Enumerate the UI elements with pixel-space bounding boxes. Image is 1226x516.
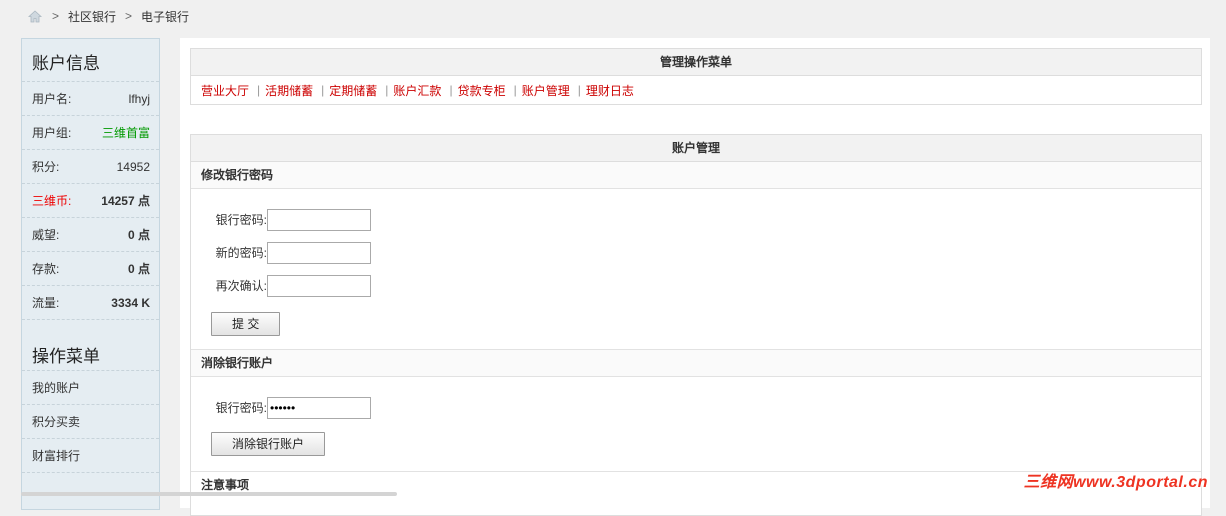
link-remittance[interactable]: 账户汇款 — [393, 82, 441, 99]
coins-value: 14257 点 — [101, 194, 150, 208]
account-management-panel: 账户管理 修改银行密码 银行密码: 新的密码: 再次确认: 提 交 消除银行账户… — [190, 134, 1202, 516]
sidebar-item-wealth-rank[interactable]: 财富排行 — [22, 439, 159, 473]
sidebar-row-traffic: 流量: 3334 K — [22, 286, 159, 320]
new-password-row: 新的密码: — [211, 236, 1201, 269]
link-account-management[interactable]: 账户管理 — [522, 82, 570, 99]
sidebar-row-coins: 三维币: 14257 点 — [22, 184, 159, 218]
delete-account-button[interactable]: 消除银行账户 — [211, 432, 326, 456]
points-label: 积分: — [32, 160, 60, 174]
main-content: 管理操作菜单 营业大厅 | 活期储蓄 | 定期储蓄 | 账户汇款 | 贷款专柜 … — [180, 38, 1210, 516]
sidebar-item-my-account[interactable]: 我的账户 — [22, 371, 159, 405]
delete-bank-password-row: 银行密码: — [211, 391, 1201, 424]
traffic-label: 流量: — [32, 296, 60, 310]
delete-bank-password-input[interactable] — [267, 396, 371, 419]
change-password-title: 修改银行密码 — [191, 162, 1201, 189]
link-business-hall[interactable]: 营业大厅 — [201, 82, 249, 99]
account-management-header: 账户管理 — [191, 135, 1201, 162]
breadcrumb-separator: > — [125, 9, 133, 23]
sidebar-row-deposit: 存款: 0 点 — [22, 252, 159, 286]
link-loans[interactable]: 贷款专柜 — [458, 82, 506, 99]
link-divider: | — [577, 83, 581, 97]
link-divider: | — [449, 83, 453, 97]
link-divider: | — [257, 83, 261, 97]
link-divider: | — [513, 83, 517, 97]
sidebar-row-username: 用户名: lfhyj — [22, 82, 159, 116]
delete-account-title: 消除银行账户 — [191, 350, 1201, 377]
breadcrumb-e-bank[interactable]: 电子银行 — [141, 8, 189, 25]
link-divider: | — [385, 83, 389, 97]
username-label: 用户名: — [32, 92, 72, 106]
ops-menu-header: 管理操作菜单 — [191, 49, 1201, 76]
bank-password-label: 银行密码: — [215, 213, 267, 227]
link-current-savings[interactable]: 活期储蓄 — [265, 82, 313, 99]
new-password-input[interactable] — [267, 241, 371, 264]
ops-menu-links: 营业大厅 | 活期储蓄 | 定期储蓄 | 账户汇款 | 贷款专柜 | 账户管理 … — [191, 76, 1201, 104]
delete-bank-password-label: 银行密码: — [215, 401, 267, 415]
bank-password-input[interactable] — [267, 208, 371, 231]
breadcrumb-community-bank[interactable]: 社区银行 — [68, 8, 116, 25]
points-value: 14952 — [116, 159, 150, 174]
sidebar: 账户信息 用户名: lfhyj 用户组: 三维首富 积分: 14952 三维币:… — [21, 38, 160, 510]
confirm-password-input[interactable] — [267, 274, 371, 297]
sidebar-row-usergroup: 用户组: 三维首富 — [22, 116, 159, 150]
breadcrumb-separator: > — [52, 9, 60, 23]
horizontal-scrollbar[interactable] — [21, 492, 397, 496]
prestige-value: 0 点 — [127, 228, 150, 242]
confirm-password-row: 再次确认: — [211, 269, 1201, 302]
link-divider: | — [321, 83, 325, 97]
sidebar-row-points: 积分: 14952 — [22, 150, 159, 184]
ops-menu-panel: 管理操作菜单 营业大厅 | 活期储蓄 | 定期储蓄 | 账户汇款 | 贷款专柜 … — [190, 48, 1202, 105]
link-finance-log[interactable]: 理财日志 — [586, 82, 634, 99]
deposit-value: 0 点 — [127, 262, 150, 276]
change-password-form: 银行密码: 新的密码: 再次确认: 提 交 — [191, 189, 1201, 350]
submit-button[interactable]: 提 交 — [211, 312, 281, 336]
sidebar-item-points-trade[interactable]: 积分买卖 — [22, 405, 159, 439]
bank-password-row: 银行密码: — [211, 203, 1201, 236]
link-fixed-savings[interactable]: 定期储蓄 — [329, 82, 377, 99]
usergroup-value: 三维首富 — [101, 126, 150, 140]
new-password-label: 新的密码: — [215, 246, 267, 260]
breadcrumb: > 社区银行 > 电子银行 — [28, 6, 198, 26]
coins-label: 三维币: — [32, 194, 72, 208]
sidebar-row-prestige: 威望: 0 点 — [22, 218, 159, 252]
prestige-label: 威望: — [32, 228, 60, 242]
ops-menu-title: 操作菜单 — [22, 320, 159, 371]
account-info-title: 账户信息 — [22, 39, 159, 82]
deposit-label: 存款: — [32, 262, 60, 276]
usergroup-label: 用户组: — [32, 126, 72, 140]
site-watermark: 三维网www.3dportal.cn — [1023, 474, 1208, 491]
delete-account-form: 银行密码: 消除银行账户 — [191, 377, 1201, 472]
home-icon[interactable] — [28, 9, 42, 23]
confirm-password-label: 再次确认: — [215, 279, 267, 293]
username-value: lfhyj — [128, 91, 150, 106]
traffic-value: 3334 K — [111, 295, 150, 310]
